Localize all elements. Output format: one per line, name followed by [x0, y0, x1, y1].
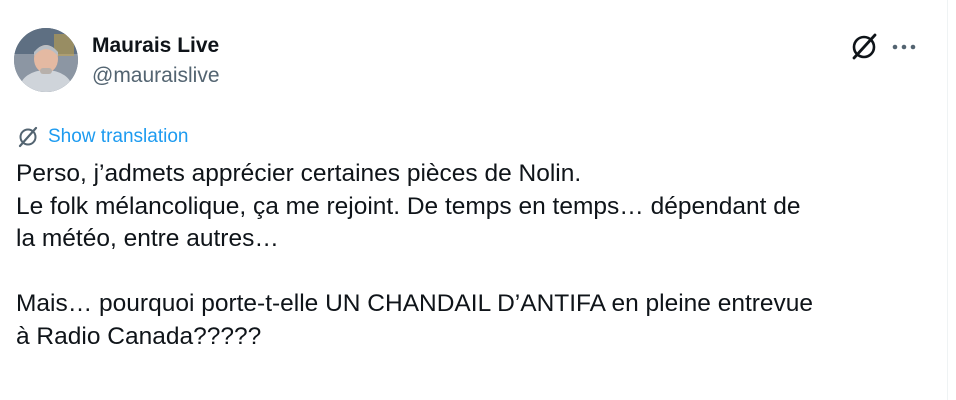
tweet-blank-line: [16, 256, 931, 289]
show-translation-link[interactable]: Show translation: [16, 124, 188, 150]
tweet-line: la météo, entre autres…: [16, 225, 279, 253]
tweet-line: Perso, j’admets apprécier certaines pièc…: [16, 160, 582, 187]
show-translation-label: Show translation: [48, 126, 189, 147]
more-horizontal-icon[interactable]: [890, 35, 918, 59]
tweet-text: Perso, j’admets apprécier certaines pièc…: [16, 158, 931, 354]
handle[interactable]: @mauraislive: [92, 64, 220, 88]
timeline-border: [947, 0, 948, 400]
tweet-line: Mais… pourquoi porte-t-elle UN CHANDAIL …: [16, 290, 814, 318]
translate-icon: [16, 125, 40, 149]
grok-icon[interactable]: [848, 31, 880, 63]
tweet-line: à Radio Canada?????: [16, 322, 262, 350]
avatar-photo-icon: [14, 28, 78, 92]
avatar[interactable]: [14, 28, 78, 92]
tweet: Maurais Live @mauraislive Show translati…: [0, 0, 946, 400]
tweet-line: Le folk mélancolique, ça me rejoint. De …: [16, 192, 801, 220]
display-name[interactable]: Maurais Live: [92, 34, 219, 58]
